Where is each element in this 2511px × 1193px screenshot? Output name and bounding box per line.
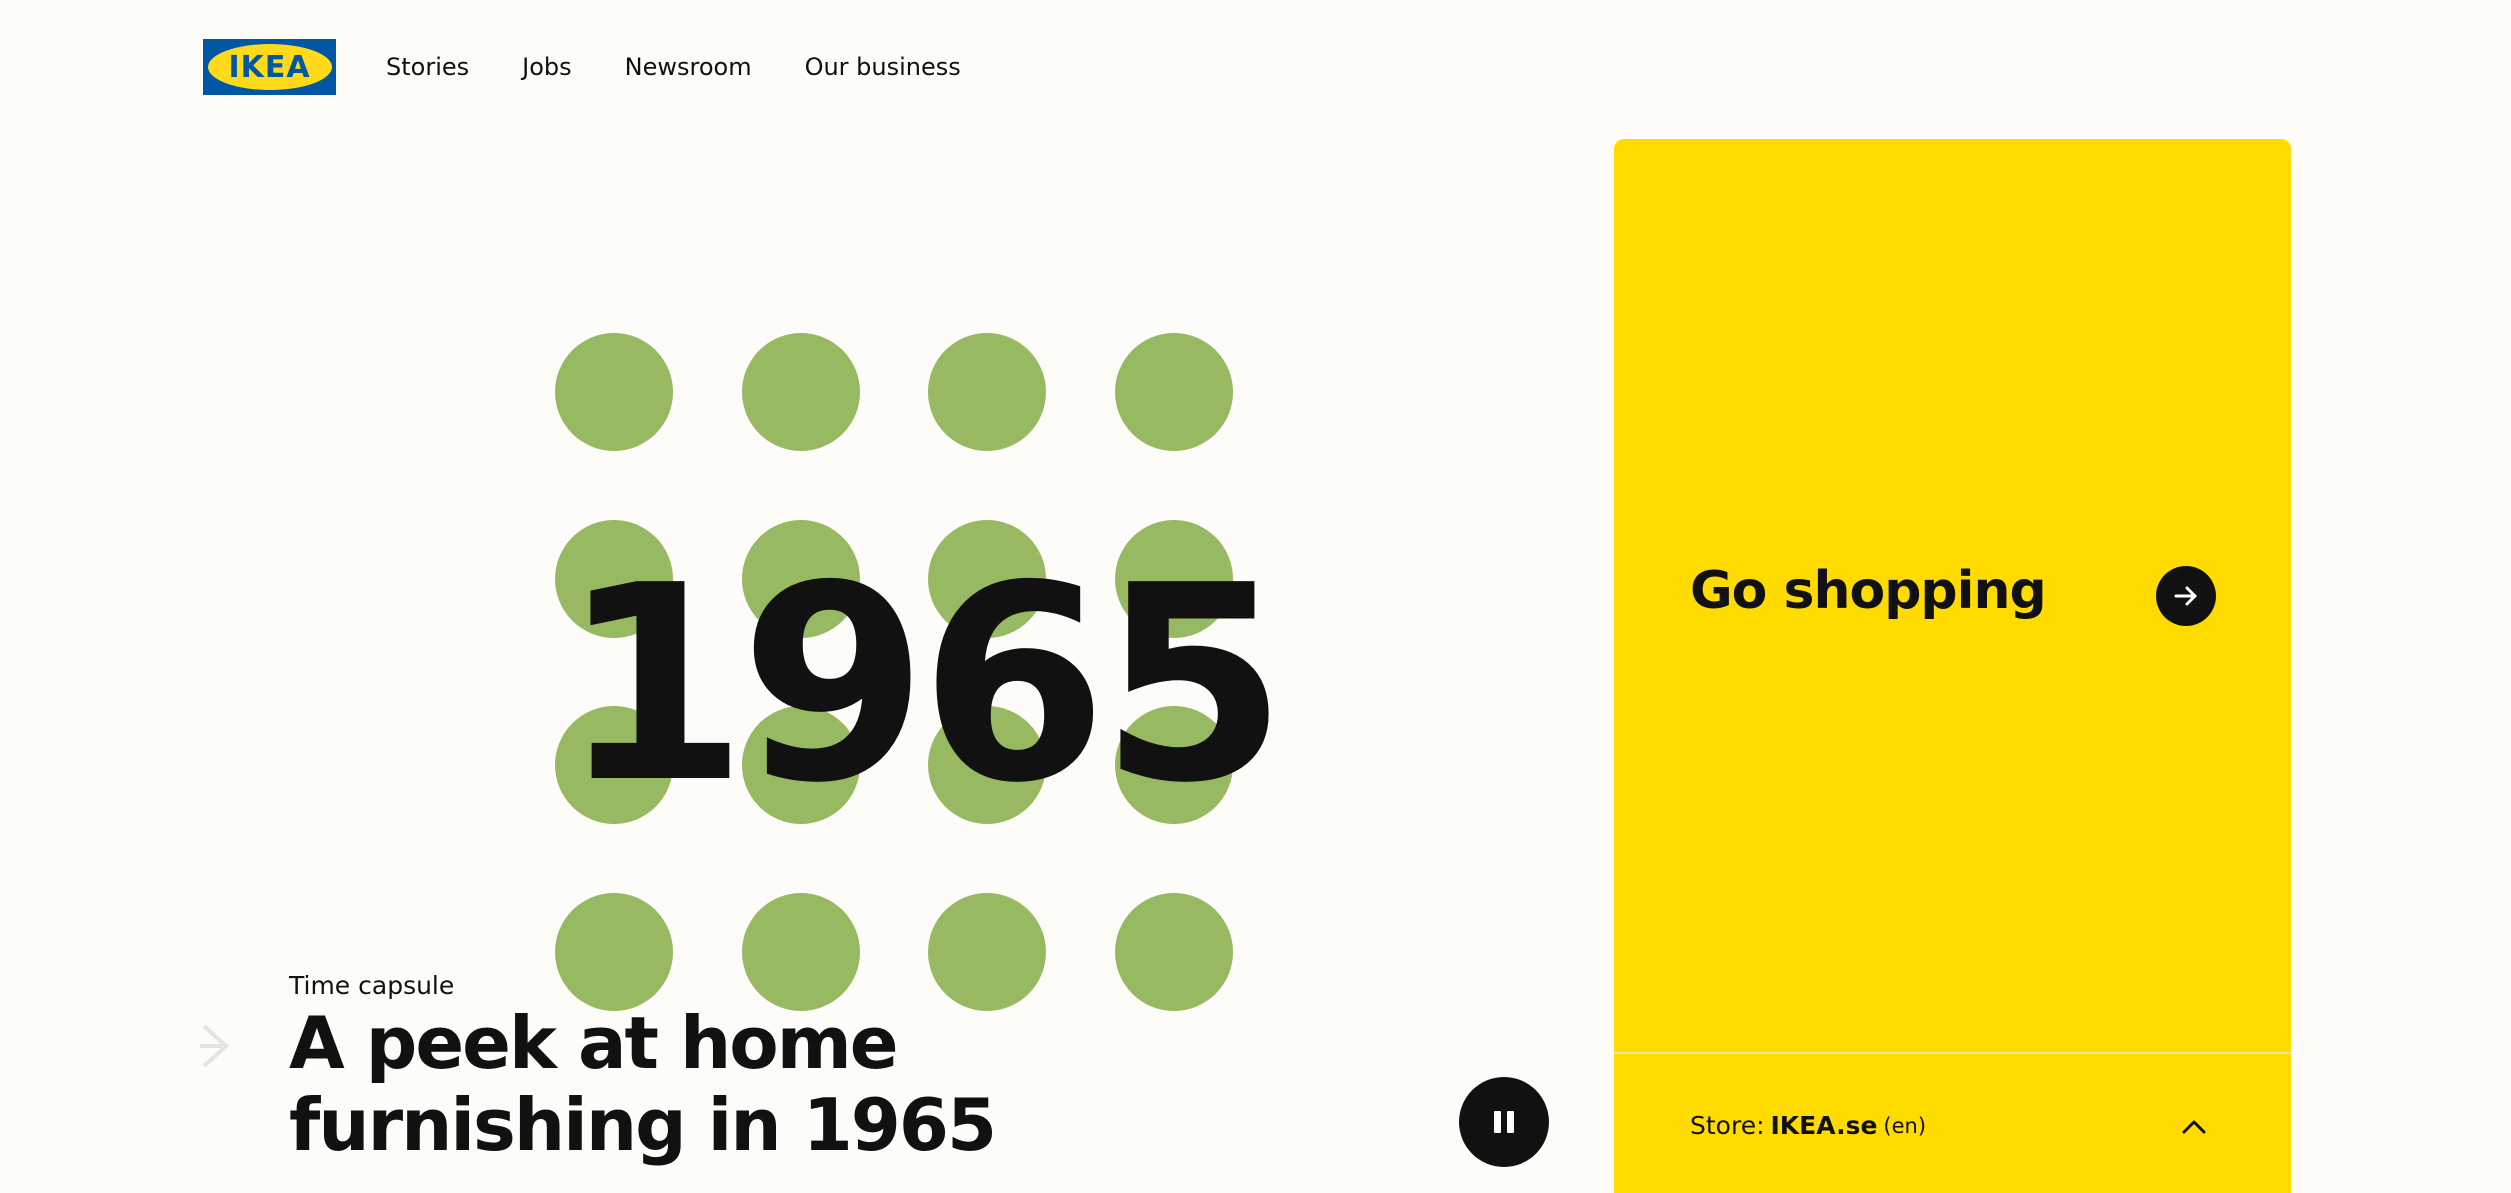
store-prefix: Store: xyxy=(1690,1111,1765,1140)
dot xyxy=(742,893,860,1011)
headline-line-1: A peek at home xyxy=(289,1001,899,1085)
panel-divider xyxy=(1614,1052,2291,1054)
shopping-panel: Go shopping Store: IKEA.se (en) xyxy=(1614,139,2291,1193)
pause-icon-bar xyxy=(1507,1111,1514,1133)
chevron-up-icon[interactable] xyxy=(2174,1107,2214,1147)
chevron-right-icon[interactable] xyxy=(196,1018,236,1074)
dot xyxy=(1115,333,1233,451)
dot xyxy=(742,333,860,451)
page: IKEA ® Stories Jobs Newsroom Our busines… xyxy=(0,0,2511,1193)
story-category: Time capsule xyxy=(289,971,455,1000)
store-selector[interactable]: Store: IKEA.se (en) xyxy=(1690,1111,2230,1140)
go-shopping-label[interactable]: Go shopping xyxy=(1690,559,2047,623)
story-headline[interactable]: A peek at home furnishing in 1965 xyxy=(289,1002,1009,1166)
go-shopping-button[interactable] xyxy=(2156,566,2216,626)
store-language: (en) xyxy=(1883,1113,1927,1138)
dot xyxy=(1115,893,1233,1011)
dot xyxy=(555,893,673,1011)
dot xyxy=(928,893,1046,1011)
dot xyxy=(928,333,1046,451)
pause-button[interactable] xyxy=(1459,1077,1549,1167)
headline-line-2: furnishing in 1965 xyxy=(289,1083,997,1167)
dot xyxy=(555,333,673,451)
arrow-right-icon xyxy=(2174,586,2197,606)
hero-year: 1965 xyxy=(560,527,1287,842)
pause-icon xyxy=(1494,1111,1501,1133)
store-name: IKEA.se xyxy=(1770,1111,1878,1140)
